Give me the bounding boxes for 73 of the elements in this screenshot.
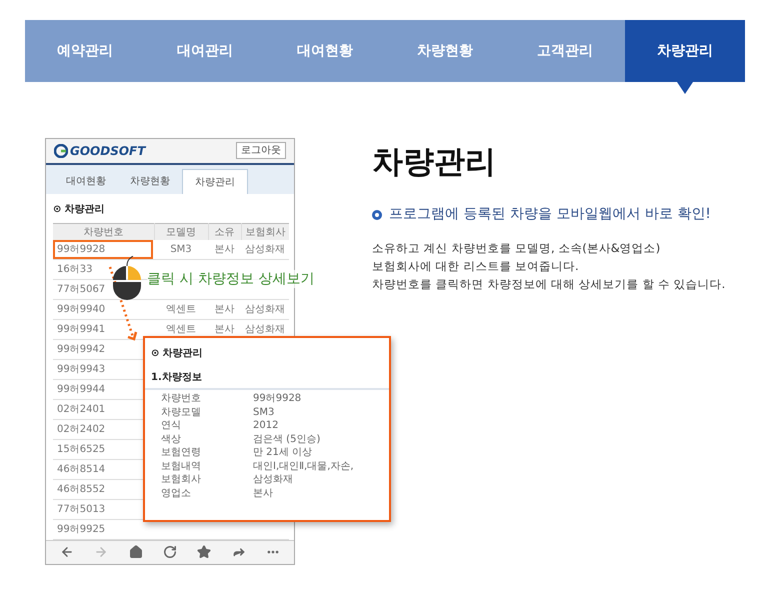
- nav-tab[interactable]: 차량현황: [385, 20, 505, 82]
- field-value: 본사: [253, 486, 273, 500]
- description-text: 소유하고 계신 차량번호를 모델명, 소속(본사&영업소): [372, 240, 662, 257]
- star-icon[interactable]: [197, 545, 212, 560]
- logo-icon: [54, 144, 68, 158]
- column-header: 모델명: [154, 224, 208, 240]
- field-label: 연식: [161, 419, 182, 432]
- field-value: 검은색 (5인승): [253, 432, 320, 446]
- page-title: 차량관리: [372, 143, 497, 182]
- field-label: 차량번호: [161, 392, 202, 406]
- table-cell: 본사: [214, 244, 234, 255]
- car-number-cell[interactable]: 77허5067: [53, 280, 110, 299]
- field-label: 보험연령: [161, 446, 202, 460]
- popup-title: 차량관리: [162, 347, 202, 361]
- nav-tab[interactable]: 대여관리: [145, 20, 265, 82]
- car-number-cell[interactable]: 99허9942: [53, 340, 110, 359]
- car-number-cell[interactable]: 77허5013: [53, 500, 110, 519]
- pointer-icon: [677, 82, 693, 94]
- nav-tab[interactable]: 대여현황: [265, 20, 385, 82]
- table-cell: 삼성화재: [245, 244, 285, 255]
- column-header: 소유: [208, 224, 241, 240]
- car-number-cell[interactable]: 99허9940: [53, 300, 110, 319]
- logout-button[interactable]: 로그아웃: [236, 142, 286, 160]
- table-cell: 본사: [214, 304, 234, 315]
- callout-text: 클릭 시 차량정보 상세보기: [147, 270, 314, 288]
- field-label: 영업소: [161, 486, 192, 500]
- car-number-cell[interactable]: 46허8552: [53, 480, 110, 499]
- description-text: 보험회사에 대한 리스트를 보여줍니다.: [372, 258, 580, 275]
- back-icon[interactable]: [60, 545, 74, 560]
- table-cell: 엑센트: [166, 324, 196, 335]
- car-number-cell[interactable]: 99허9928: [53, 240, 153, 259]
- table-cell: 삼성화재: [245, 324, 285, 335]
- popup-subtitle: 1.차량정보: [145, 370, 389, 390]
- car-number-cell[interactable]: 46허8514: [53, 460, 110, 479]
- section-icon: ⊙: [151, 346, 160, 361]
- car-number-cell[interactable]: 99허9941: [53, 320, 110, 339]
- table-cell: 본사: [214, 324, 234, 335]
- home-icon[interactable]: [128, 545, 143, 560]
- section-icon: ⊙: [53, 202, 62, 218]
- field-label: 보험내역: [161, 460, 202, 473]
- car-number-cell[interactable]: 02허2401: [53, 400, 110, 419]
- field-label: 차량모델: [161, 406, 202, 419]
- car-number-cell[interactable]: 02허2402: [53, 420, 110, 439]
- description-text: 차량번호를 클릭하면 차량정보에 대해 상세보기를 할 수 있습니다.: [372, 276, 726, 293]
- refresh-icon[interactable]: [162, 545, 177, 560]
- column-header: 차량번호: [53, 224, 154, 240]
- field-value: 만 21세 이상: [253, 446, 312, 460]
- column-header: 보험회사: [241, 224, 289, 240]
- bullet-icon: [372, 210, 382, 220]
- tab[interactable]: 차량현황: [118, 169, 182, 194]
- table-cell: 엑센트: [166, 304, 196, 315]
- car-number-cell[interactable]: 99허9943: [53, 360, 110, 379]
- field-label: 색상: [161, 432, 182, 446]
- mouse-icon: [112, 256, 142, 300]
- nav-tab[interactable]: 예약관리: [25, 20, 145, 82]
- table-cell: 삼성화재: [245, 304, 285, 315]
- field-value: 대인Ⅰ,대인Ⅱ,대물,자손,: [253, 460, 354, 473]
- field-value: 삼성화재: [253, 473, 293, 486]
- tab[interactable]: 대여현황: [54, 169, 118, 194]
- table-cell: SM3: [170, 244, 192, 255]
- car-number-cell[interactable]: 99허9925: [53, 520, 110, 539]
- field-value: 99허9928: [253, 392, 302, 406]
- logo-text: GOODSOFT: [70, 142, 146, 160]
- field-value: 2012: [253, 419, 278, 432]
- headline: 프로그램에 등록된 차량을 모바일웹에서 바로 확인!: [389, 205, 711, 224]
- car-number-cell[interactable]: 16허33: [53, 260, 96, 279]
- nav-tab[interactable]: 고객관리: [505, 20, 625, 82]
- car-number-cell[interactable]: 99허9944: [53, 380, 110, 399]
- tab[interactable]: 차량관리: [182, 169, 248, 194]
- car-number-cell[interactable]: 15허6525: [53, 440, 110, 459]
- field-value: SM3: [253, 406, 274, 419]
- field-label: 보험회사: [161, 473, 202, 486]
- section-title: 차량관리: [64, 203, 104, 218]
